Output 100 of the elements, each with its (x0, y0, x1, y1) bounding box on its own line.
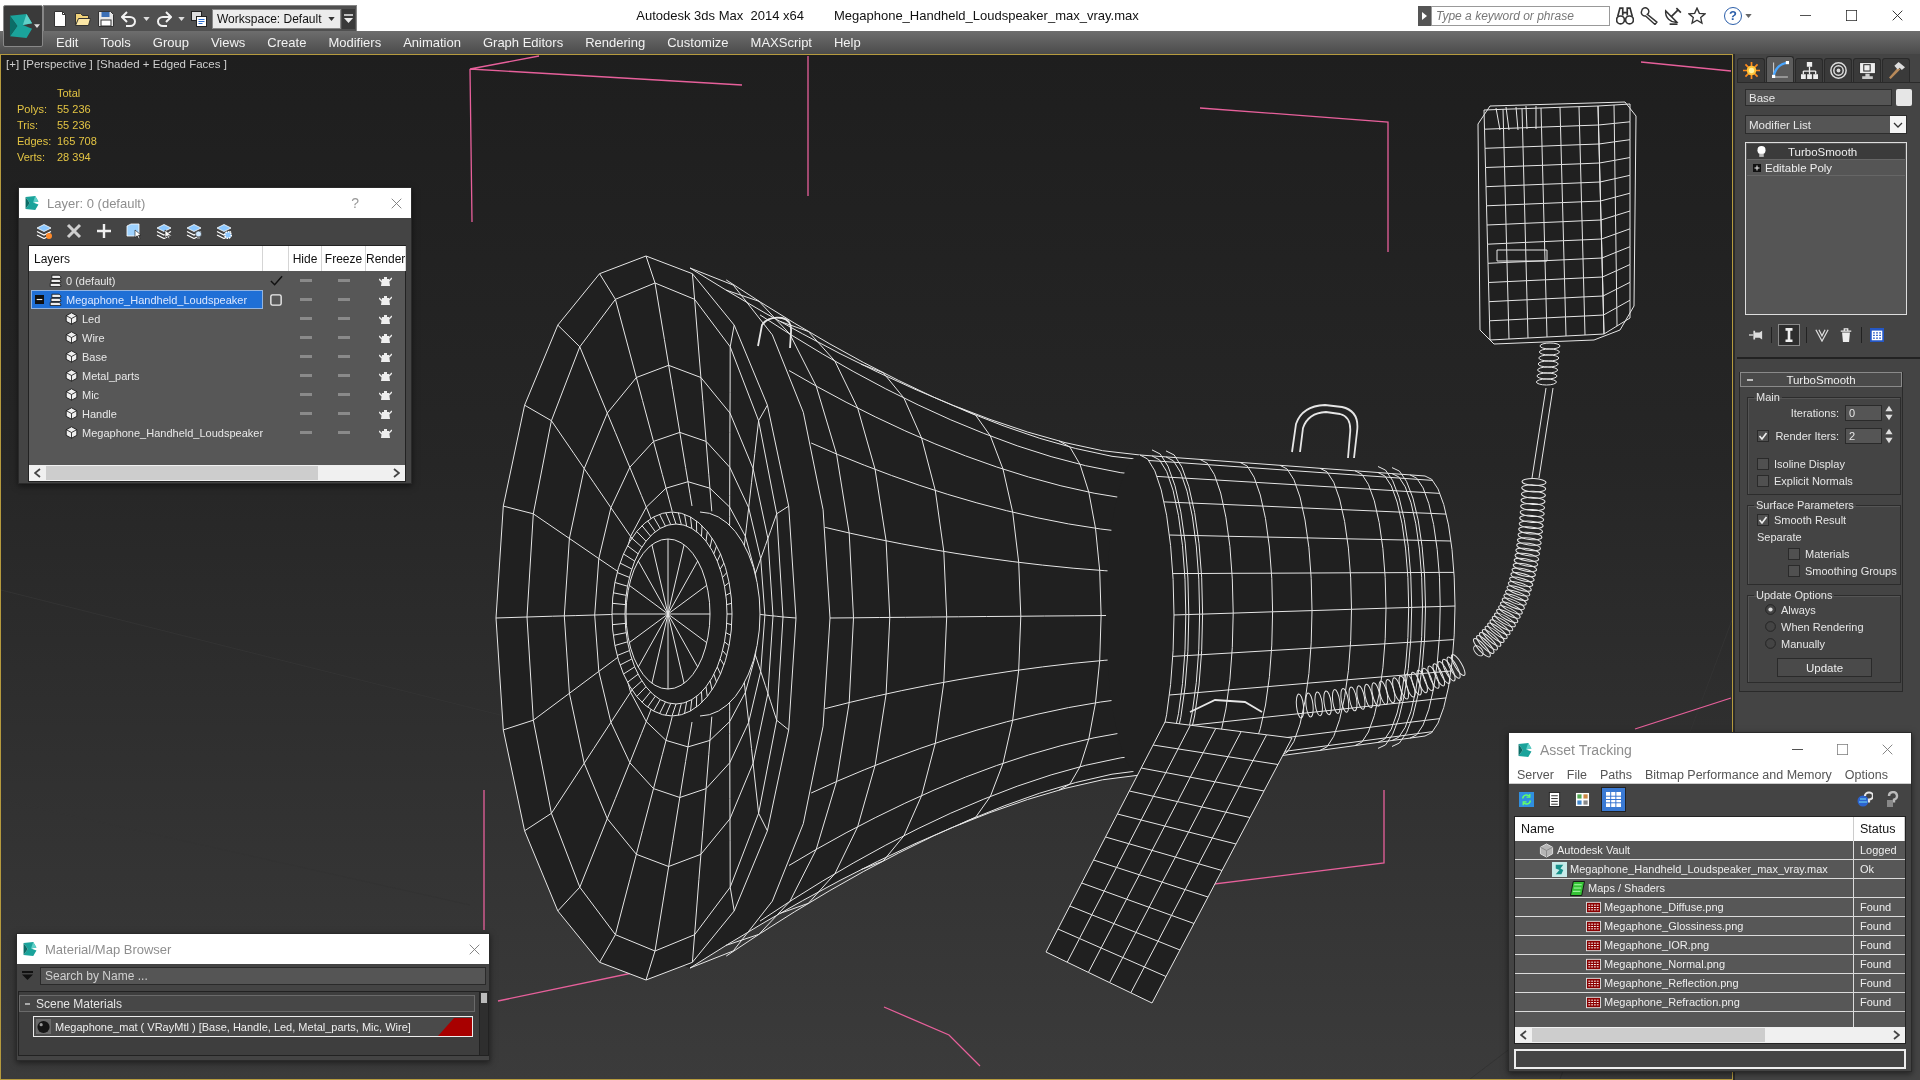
scroll-right-icon[interactable] (1893, 1030, 1900, 1040)
menu-item[interactable]: Graph Editors (471, 32, 575, 53)
command-panel-tab[interactable] (1795, 58, 1823, 82)
radio-button[interactable] (1765, 604, 1776, 615)
menu-item[interactable]: Rendering (574, 32, 657, 53)
menu-item[interactable]: Edit (45, 32, 90, 53)
checkbox[interactable] (1757, 474, 1769, 487)
search-field[interactable]: Search by Name ... (40, 966, 486, 985)
horizontal-scrollbar[interactable] (1515, 1027, 1905, 1043)
rollout-header[interactable]: TurboSmooth (1740, 372, 1902, 387)
teapot-icon[interactable] (379, 294, 392, 305)
radio-label[interactable]: Manually (1781, 637, 1826, 650)
close-icon[interactable] (1891, 10, 1903, 21)
minimize-icon[interactable] (1792, 748, 1803, 751)
material-group-header[interactable]: Scene Materials (19, 995, 475, 1012)
scrollbar-thumb[interactable] (1532, 1028, 1765, 1042)
star-icon[interactable] (1688, 6, 1706, 25)
view-tool-button[interactable] (1517, 789, 1536, 809)
update-button[interactable]: Update (1777, 658, 1872, 677)
scrollbar-thumb[interactable] (481, 993, 487, 1003)
menu-item[interactable]: Options (1844, 767, 1888, 782)
satellite-dish-icon[interactable] (1664, 6, 1682, 25)
save-icon[interactable] (98, 10, 114, 27)
column-header[interactable]: Freeze (322, 246, 366, 271)
box-cursor-icon[interactable] (126, 223, 142, 239)
column-header[interactable]: Status (1854, 817, 1905, 841)
key-icon[interactable] (1640, 6, 1658, 25)
stack-tool-button[interactable] (1868, 326, 1886, 344)
checkbox-label[interactable]: Materials (1805, 547, 1850, 560)
scroll-right-icon[interactable] (393, 468, 400, 478)
teapot-icon[interactable] (379, 351, 392, 362)
menu-item[interactable]: MAXScript (739, 32, 823, 53)
column-header[interactable]: Hide (289, 246, 322, 271)
vertical-scrollbar[interactable] (479, 992, 488, 1055)
checkbox[interactable] (1788, 564, 1800, 577)
teapot-icon[interactable] (379, 275, 392, 286)
teapot-icon[interactable] (379, 313, 392, 324)
project-folder-icon[interactable] (191, 10, 207, 27)
checkbox[interactable] (1757, 457, 1769, 470)
help-globe-icon[interactable] (1857, 791, 1873, 807)
workspace-dropdown[interactable]: Workspace: Default (212, 8, 341, 29)
minimize-icon[interactable] (1799, 14, 1811, 17)
caret-icon[interactable] (1745, 13, 1752, 18)
undo-icon[interactable] (121, 10, 137, 27)
checkmark-icon[interactable] (269, 275, 283, 286)
layer-item[interactable]: Wire (31, 328, 263, 347)
menu-item[interactable]: Views (199, 32, 257, 53)
view-tool-button[interactable] (1573, 789, 1592, 809)
new-layer-icon[interactable] (36, 223, 52, 239)
modifier-list-dropdown[interactable]: Modifier List (1745, 115, 1907, 134)
checkbox-label[interactable]: Smooth Result (1774, 513, 1847, 526)
checkbox[interactable] (1757, 513, 1769, 526)
menu-item[interactable]: Animation (392, 32, 472, 53)
checkbox-label[interactable]: Smoothing Groups (1805, 564, 1897, 577)
layer-item[interactable]: Megaphone_Handheld_Loudspeaker (31, 290, 263, 309)
command-panel-tab[interactable] (1737, 58, 1765, 82)
layers-bulb-icon[interactable] (186, 223, 202, 239)
menu-item[interactable]: Modifiers (317, 32, 393, 53)
viewport-menu-label[interactable]: [Perspective ] (23, 58, 93, 70)
menu-item[interactable]: Help (823, 32, 872, 53)
menu-item[interactable]: Server (1517, 767, 1554, 782)
redo-icon[interactable] (156, 10, 172, 27)
radio-label[interactable]: When Rendering (1781, 620, 1864, 633)
application-button[interactable] (3, 5, 43, 47)
menu-item[interactable]: Paths (1600, 767, 1632, 782)
column-header[interactable]: Render (366, 246, 407, 271)
asset-row[interactable]: Megaphone_Glossiness.png Found (1515, 917, 1905, 936)
caret-icon[interactable] (143, 16, 150, 21)
column-header[interactable]: Name (1515, 817, 1854, 841)
asset-row[interactable]: Megaphone_Handheld_Loudspeaker_max_vray.max Ok (1515, 860, 1905, 879)
modifier-stack-item[interactable]: Editable Poly (1747, 160, 1905, 176)
checkbox[interactable] (1757, 429, 1769, 442)
view-tool-button[interactable] (1601, 786, 1626, 812)
spinner-field[interactable]: 0 (1845, 404, 1882, 421)
teapot-icon[interactable] (379, 389, 392, 400)
menu-item[interactable]: Tools (89, 32, 142, 53)
asset-row[interactable]: Megaphone_IOR.png Found (1515, 936, 1905, 955)
toolbar-menu-icon[interactable] (342, 8, 355, 29)
stack-tool-button[interactable] (1778, 324, 1800, 346)
layer-item[interactable]: Base (31, 347, 263, 366)
layer-item[interactable]: Mic (31, 385, 263, 404)
binoculars-icon[interactable] (1616, 6, 1634, 25)
color-swatch-icon[interactable] (1896, 89, 1912, 106)
command-panel-tab[interactable] (1766, 56, 1794, 82)
viewport-menu-label[interactable]: [+] (6, 58, 20, 70)
layer-item[interactable]: 0 (default) (31, 271, 263, 290)
menu-item[interactable]: Customize (656, 32, 740, 53)
radio-label[interactable]: Always (1781, 603, 1816, 616)
command-panel-tab[interactable] (1824, 58, 1852, 82)
command-panel-tab[interactable] (1853, 58, 1881, 82)
column-header[interactable]: Layers (29, 246, 263, 271)
layers-gear-icon[interactable] (216, 223, 232, 239)
delete-icon[interactable] (66, 223, 82, 239)
teapot-icon[interactable] (379, 332, 392, 343)
checkbox-label[interactable]: Isoline Display (1774, 457, 1845, 470)
collapse-icon[interactable] (34, 295, 44, 304)
scroll-left-icon[interactable] (34, 468, 41, 478)
command-panel-tab[interactable] (1882, 58, 1910, 82)
stack-tool-button[interactable] (1813, 326, 1831, 344)
scroll-left-icon[interactable] (1520, 1030, 1527, 1040)
